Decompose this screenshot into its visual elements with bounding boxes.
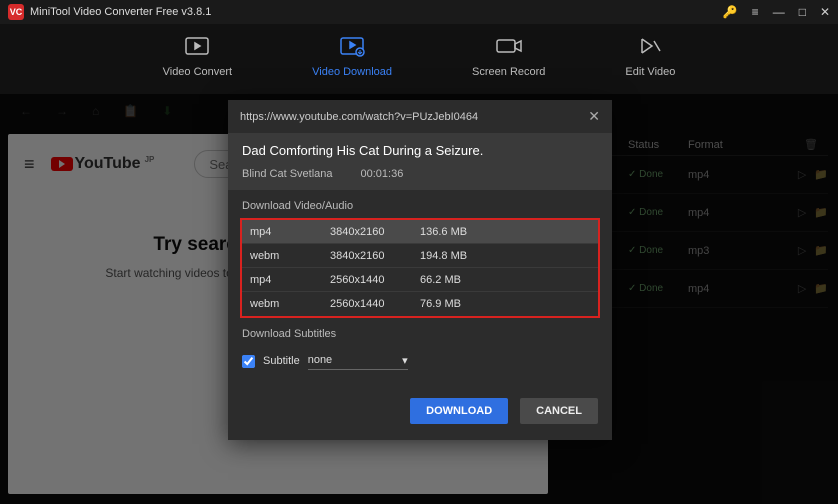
minimize-button[interactable]: — [773,5,785,19]
format-container: webm [250,250,330,262]
video-channel: Blind Cat Svetlana [242,168,333,180]
tab-video-convert[interactable]: Video Convert [163,32,233,94]
format-table: mp4 3840x2160 136.6 MB webm 3840x2160 19… [240,218,600,318]
tab-screen-record[interactable]: Screen Record [472,32,545,94]
format-row[interactable]: mp4 2560x1440 66.2 MB [242,268,598,292]
format-resolution: 3840x2160 [330,250,420,262]
subtitle-label: Subtitle [263,355,300,367]
format-container: webm [250,298,330,310]
convert-icon [183,35,211,57]
format-size: 136.6 MB [420,226,590,238]
format-size: 66.2 MB [420,274,590,286]
subtitle-select[interactable]: none ▾ [308,352,408,370]
format-row[interactable]: webm 3840x2160 194.8 MB [242,244,598,268]
video-duration: 00:01:36 [361,168,404,180]
section-subs-label: Download Subtitles [228,318,612,346]
chevron-down-icon: ▾ [402,354,408,367]
app-title: MiniTool Video Converter Free v3.8.1 [30,6,723,18]
subtitle-value: none [308,354,332,367]
download-modal: https://www.youtube.com/watch?v=PUzJebI0… [228,100,612,440]
format-resolution: 2560x1440 [330,298,420,310]
cancel-button[interactable]: CANCEL [520,398,598,424]
window-controls: 🔑 ≡ — □ ✕ [723,5,830,19]
video-url: https://www.youtube.com/watch?v=PUzJebI0… [240,111,588,123]
format-size: 194.8 MB [420,250,590,262]
format-container: mp4 [250,226,330,238]
edit-icon [636,35,664,57]
maximize-button[interactable]: □ [799,5,806,19]
section-video-label: Download Video/Audio [228,190,612,218]
close-icon[interactable]: ✕ [588,108,600,125]
subtitle-checkbox[interactable] [242,355,255,368]
tab-label: Video Download [312,66,392,78]
tab-label: Edit Video [625,66,675,78]
format-row[interactable]: mp4 3840x2160 136.6 MB [242,220,598,244]
key-icon[interactable]: 🔑 [723,5,738,19]
format-resolution: 2560x1440 [330,274,420,286]
format-size: 76.9 MB [420,298,590,310]
download-icon [338,35,366,57]
main-tabs: Video Convert Video Download Screen Reco… [0,24,838,94]
titlebar: VC MiniTool Video Converter Free v3.8.1 … [0,0,838,24]
record-icon [495,35,523,57]
tab-label: Screen Record [472,66,545,78]
close-window-button[interactable]: ✕ [820,5,830,19]
video-title: Dad Comforting His Cat During a Seizure. [242,143,598,158]
tab-video-download[interactable]: Video Download [312,32,392,94]
format-row[interactable]: webm 2560x1440 76.9 MB [242,292,598,316]
format-container: mp4 [250,274,330,286]
download-button[interactable]: DOWNLOAD [410,398,508,424]
tab-edit-video[interactable]: Edit Video [625,32,675,94]
tab-label: Video Convert [163,66,233,78]
video-info: Dad Comforting His Cat During a Seizure.… [228,133,612,190]
app-icon: VC [8,4,24,20]
format-resolution: 3840x2160 [330,226,420,238]
menu-icon[interactable]: ≡ [752,5,759,19]
